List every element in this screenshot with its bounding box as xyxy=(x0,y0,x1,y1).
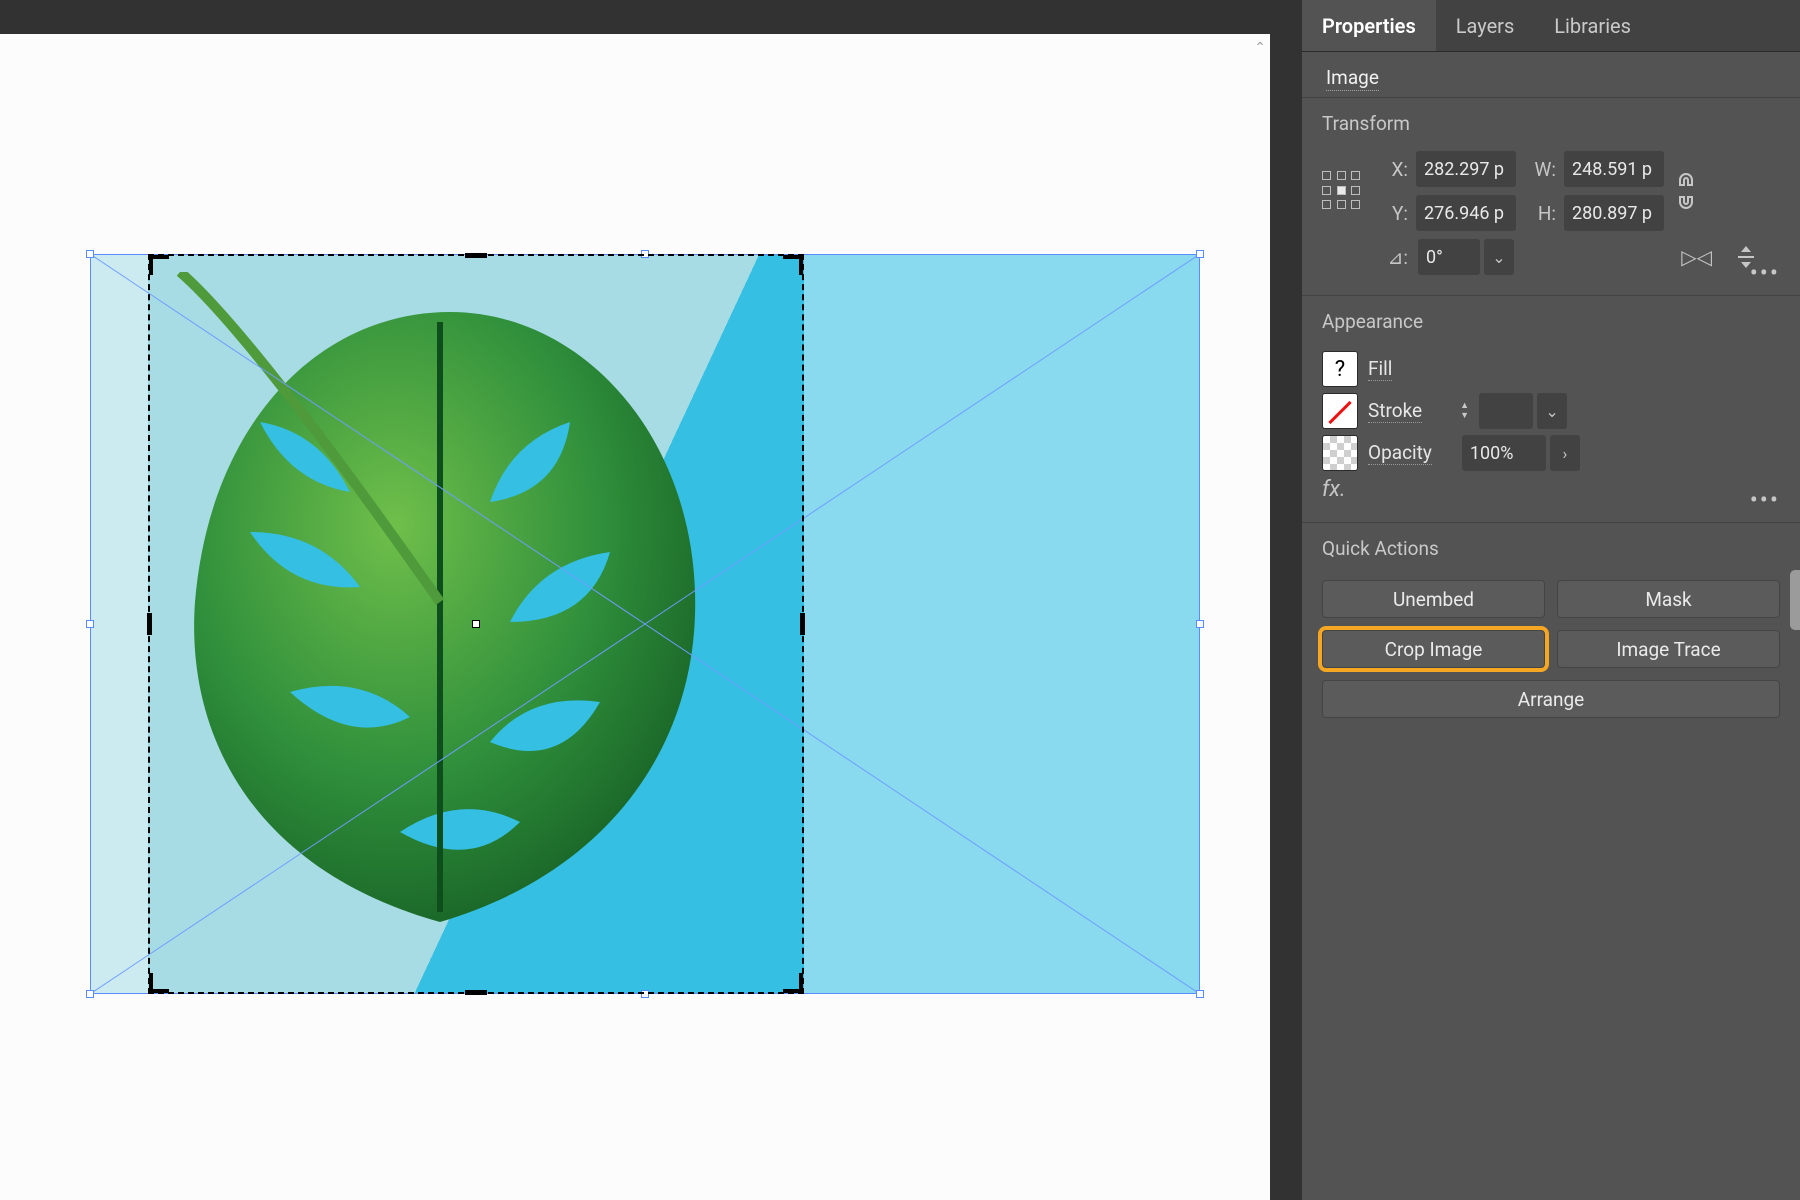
opacity-input[interactable] xyxy=(1462,435,1546,471)
crop-handle-tl[interactable] xyxy=(149,255,169,275)
panel-resize-handle[interactable] xyxy=(1790,570,1800,630)
link-wh-icon[interactable] xyxy=(1674,171,1698,211)
crop-handle-br[interactable] xyxy=(783,973,803,993)
selection-handle[interactable] xyxy=(1196,250,1204,258)
canvas-region: ⌃ xyxy=(0,0,1302,1200)
crop-center-icon[interactable] xyxy=(472,620,480,628)
tab-properties[interactable]: Properties xyxy=(1302,0,1436,51)
fill-swatch[interactable]: ? xyxy=(1322,351,1358,387)
quick-actions-section: Quick Actions xyxy=(1302,522,1800,580)
opacity-swatch[interactable] xyxy=(1322,435,1358,471)
angle-dropdown[interactable]: ⌄ xyxy=(1484,239,1514,275)
y-label: Y: xyxy=(1378,202,1408,225)
selection-handle[interactable] xyxy=(86,250,94,258)
crop-image-button[interactable]: Crop Image xyxy=(1322,630,1545,668)
crop-handle-left[interactable] xyxy=(147,613,152,635)
placed-image[interactable] xyxy=(90,254,1200,994)
stroke-label[interactable]: Stroke xyxy=(1368,399,1422,423)
quick-actions-grid: Unembed Mask Crop Image Image Trace Arra… xyxy=(1302,580,1800,738)
scroll-up-icon[interactable]: ⌃ xyxy=(1254,40,1266,56)
appearance-section: Appearance ? Fill Stroke ▲▼ ⌄ Opacity › xyxy=(1302,295,1800,522)
transform-title: Transform xyxy=(1322,112,1780,145)
selection-handle[interactable] xyxy=(1196,990,1204,998)
crop-handle-bottom[interactable] xyxy=(465,990,487,995)
crop-handle-tr[interactable] xyxy=(783,255,803,275)
opacity-dropdown[interactable]: › xyxy=(1550,435,1580,471)
stroke-style-dropdown[interactable]: ⌄ xyxy=(1537,393,1567,429)
mask-button[interactable]: Mask xyxy=(1557,580,1780,618)
tab-layers[interactable]: Layers xyxy=(1436,0,1535,51)
quick-actions-title: Quick Actions xyxy=(1322,537,1780,574)
w-input[interactable] xyxy=(1564,151,1664,187)
panel-tabs: Properties Layers Libraries xyxy=(1302,0,1800,52)
selection-handle[interactable] xyxy=(86,990,94,998)
document-canvas[interactable]: ⌃ xyxy=(0,34,1270,1200)
angle-input[interactable] xyxy=(1418,239,1480,275)
flip-horizontal-icon[interactable]: ▷◁ xyxy=(1681,245,1712,269)
image-trace-button[interactable]: Image Trace xyxy=(1557,630,1780,668)
h-label: H: xyxy=(1526,202,1556,225)
unembed-button[interactable]: Unembed xyxy=(1322,580,1545,618)
x-input[interactable] xyxy=(1416,151,1516,187)
stroke-weight-stepper[interactable]: ▲▼ xyxy=(1460,402,1469,420)
appearance-title: Appearance xyxy=(1322,310,1780,345)
opacity-label[interactable]: Opacity xyxy=(1368,441,1432,465)
app-top-bar xyxy=(0,0,1302,34)
appearance-more-icon[interactable]: ••• xyxy=(1750,486,1780,514)
x-label: X: xyxy=(1378,158,1408,181)
properties-panel: Properties Layers Libraries Image Transf… xyxy=(1302,0,1800,1200)
crop-box[interactable] xyxy=(148,254,804,994)
scrollbar-vertical[interactable]: ⌃ xyxy=(1248,34,1270,1200)
fill-label[interactable]: Fill xyxy=(1368,357,1392,381)
crop-handle-top[interactable] xyxy=(465,253,487,258)
h-input[interactable] xyxy=(1564,195,1664,231)
stroke-weight-input[interactable] xyxy=(1479,393,1533,429)
arrange-button[interactable]: Arrange xyxy=(1322,680,1780,718)
w-label: W: xyxy=(1526,158,1556,181)
crop-handle-right[interactable] xyxy=(800,613,805,635)
crop-handle-bl[interactable] xyxy=(149,973,169,993)
reference-point-grid[interactable] xyxy=(1322,171,1362,211)
object-type-label: Image xyxy=(1302,52,1800,97)
y-input[interactable] xyxy=(1416,195,1516,231)
transform-more-icon[interactable]: ••• xyxy=(1750,259,1780,287)
tab-libraries[interactable]: Libraries xyxy=(1534,0,1651,51)
fx-icon[interactable]: fx. xyxy=(1322,477,1346,502)
stroke-swatch[interactable] xyxy=(1322,393,1358,429)
transform-section: Transform X: Y: xyxy=(1302,97,1800,295)
selection-handle[interactable] xyxy=(86,620,94,628)
selection-handle[interactable] xyxy=(1196,620,1204,628)
angle-label: ⊿: xyxy=(1378,246,1408,269)
